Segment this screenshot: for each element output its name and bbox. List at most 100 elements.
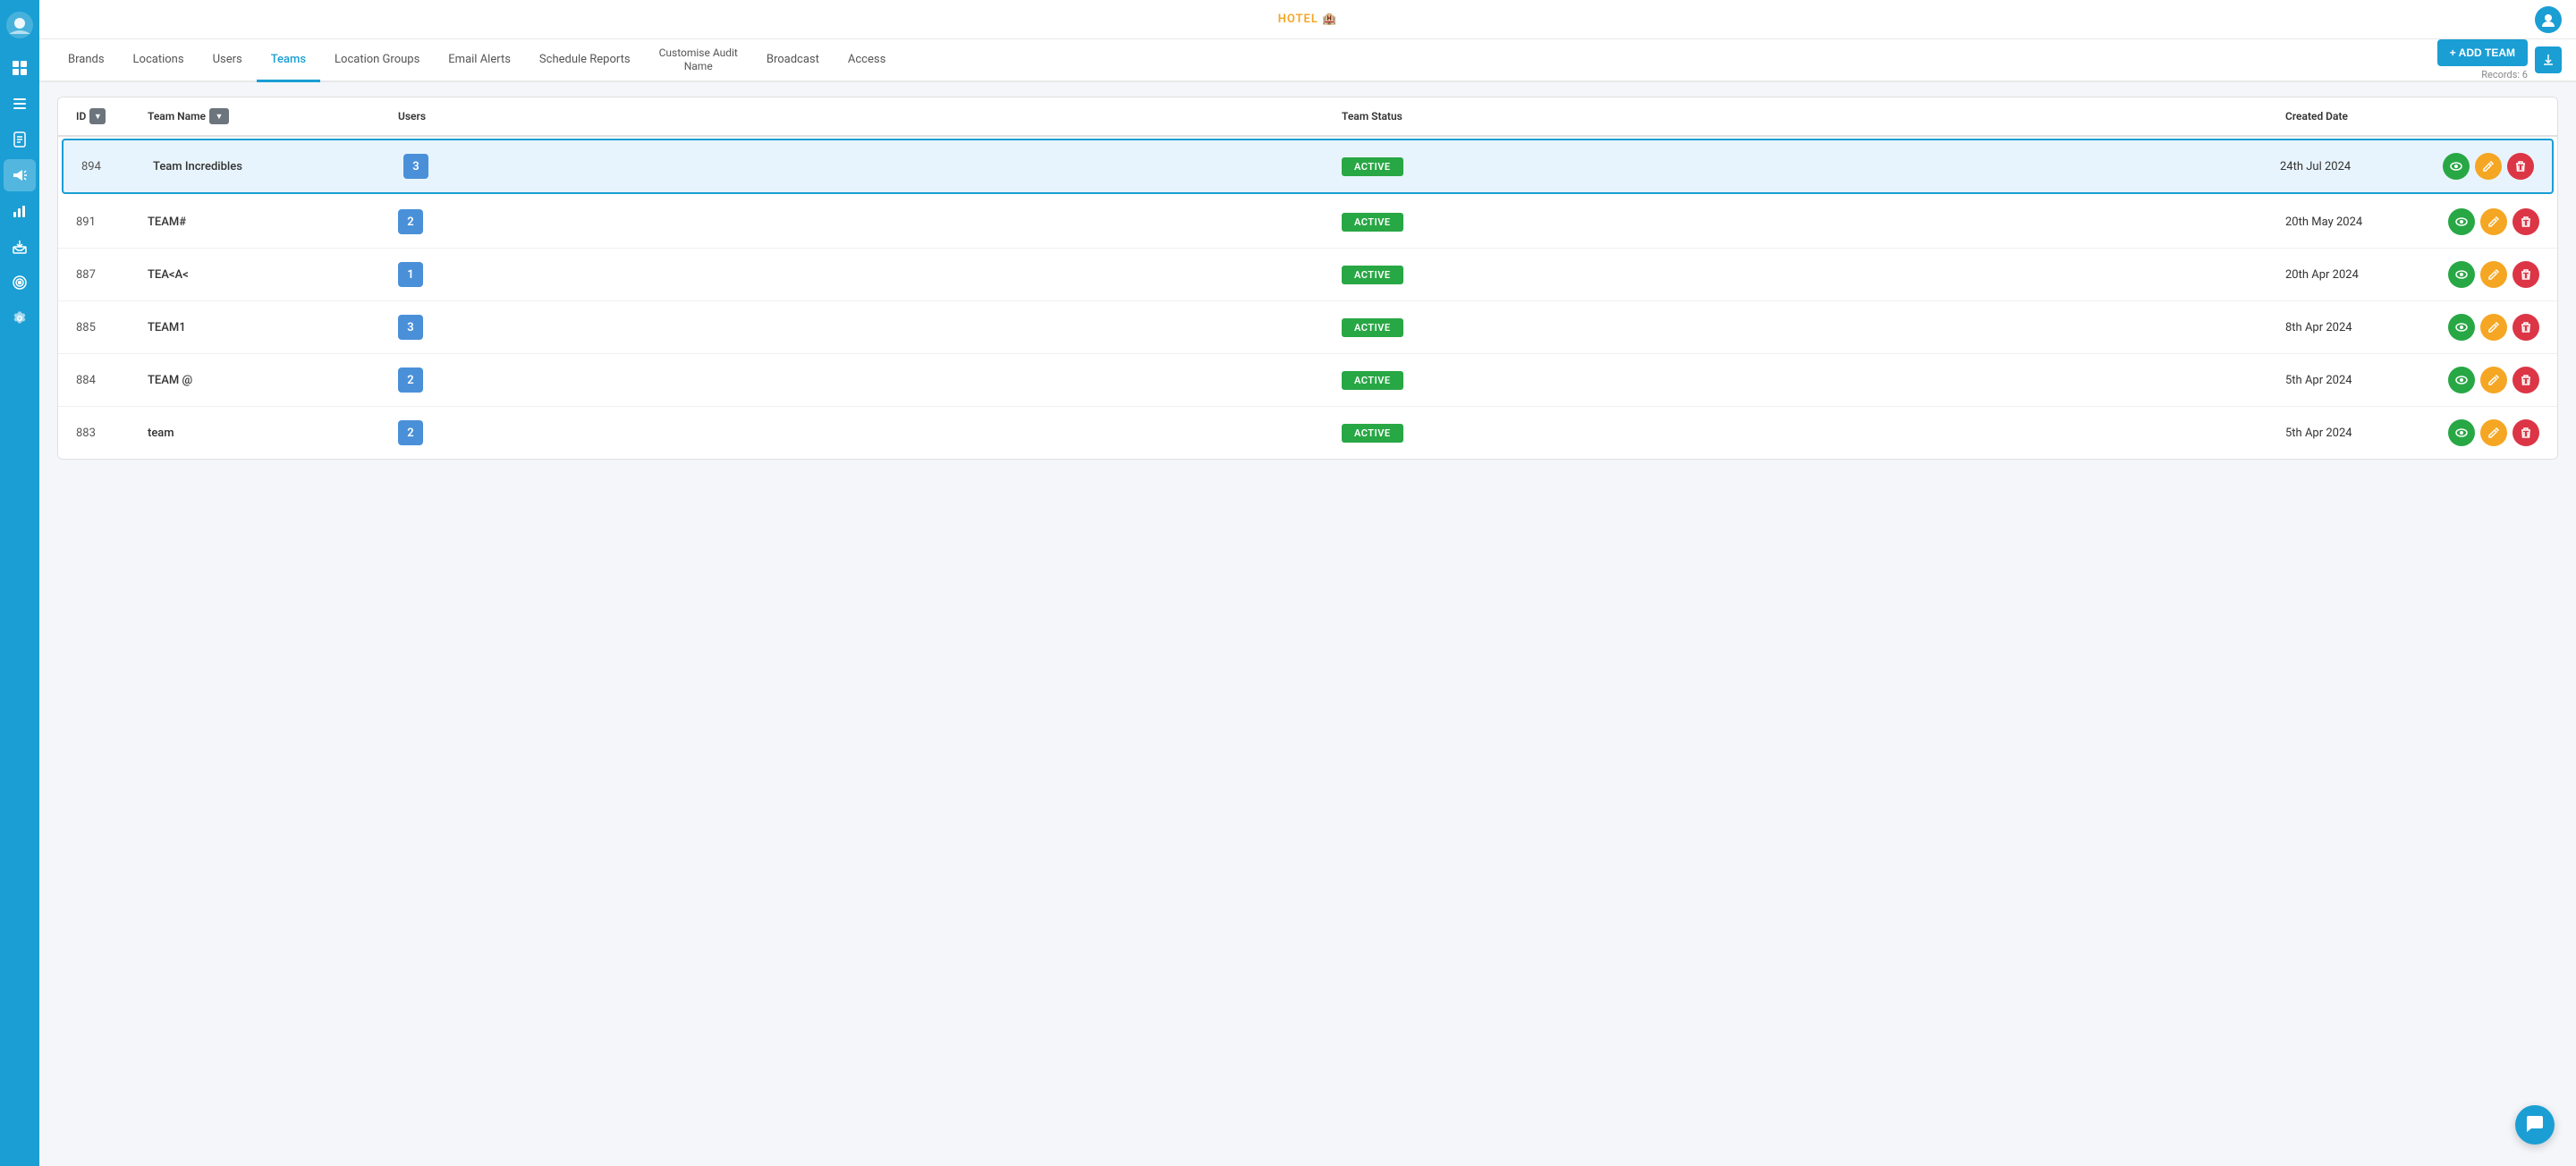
table-row: 887 TEA<A< 1 ACTIVE 20th Apr 2024: [58, 249, 2557, 301]
col-header-actions: [2439, 97, 2546, 135]
sidebar-item-megaphone[interactable]: [4, 159, 36, 191]
view-button[interactable]: [2443, 153, 2470, 180]
view-button[interactable]: [2448, 261, 2475, 288]
cell-created-date: 24th Jul 2024: [2273, 148, 2434, 186]
cell-team-name: TEAM#: [140, 203, 391, 241]
cell-users: 2: [391, 197, 1335, 247]
view-button[interactable]: [2448, 367, 2475, 393]
cell-actions: [2439, 407, 2546, 459]
teams-table: ID ▼ Team Name ▼ Users Team Status Creat…: [57, 97, 2558, 460]
download-button[interactable]: [2535, 46, 2562, 73]
cell-status: ACTIVE: [1335, 411, 2278, 455]
cell-id: 891: [69, 203, 140, 241]
content-area: ID ▼ Team Name ▼ Users Team Status Creat…: [39, 82, 2576, 1166]
user-count-badge: 3: [398, 315, 423, 340]
tab-users[interactable]: Users: [199, 39, 257, 82]
cell-users: 1: [391, 249, 1335, 300]
tab-access[interactable]: Access: [834, 39, 900, 82]
sidebar: [0, 0, 39, 1166]
cell-created-date: 20th Apr 2024: [2278, 256, 2439, 294]
col-header-team-name: Team Name ▼: [140, 97, 391, 135]
delete-button[interactable]: [2507, 153, 2534, 180]
tab-email-alerts[interactable]: Email Alerts: [434, 39, 525, 82]
delete-button[interactable]: [2512, 367, 2539, 393]
user-count-badge: 2: [398, 420, 423, 445]
cell-status: ACTIVE: [1335, 253, 2278, 297]
delete-button[interactable]: [2512, 208, 2539, 235]
table-header: ID ▼ Team Name ▼ Users Team Status Creat…: [58, 97, 2557, 137]
cell-created-date: 5th Apr 2024: [2278, 361, 2439, 400]
tab-schedule-reports[interactable]: Schedule Reports: [525, 39, 645, 82]
edit-button[interactable]: [2480, 208, 2507, 235]
cell-users: 2: [391, 355, 1335, 405]
delete-button[interactable]: [2512, 314, 2539, 341]
tab-broadcast[interactable]: Broadcast: [752, 39, 834, 82]
action-buttons: [2446, 367, 2539, 393]
action-buttons: [2446, 419, 2539, 446]
user-count-badge: 2: [398, 368, 423, 393]
chat-fab-button[interactable]: [2515, 1105, 2555, 1145]
cell-id: 894: [74, 148, 146, 186]
col-header-users: Users: [391, 97, 1335, 135]
edit-button[interactable]: [2480, 314, 2507, 341]
main-content: HOTEL 🏨 Brands Locations Users Teams Loc…: [39, 0, 2576, 1166]
view-button[interactable]: [2448, 419, 2475, 446]
status-badge: ACTIVE: [1342, 213, 1403, 232]
cell-id: 884: [69, 361, 140, 400]
cell-team-name: TEAM1: [140, 308, 391, 347]
user-avatar[interactable]: [2535, 6, 2562, 33]
status-badge: ACTIVE: [1342, 318, 1403, 337]
sidebar-item-inbox[interactable]: [4, 231, 36, 263]
tab-teams[interactable]: Teams: [257, 39, 320, 82]
nav-actions: + ADD TEAM Records: 6: [2437, 39, 2562, 80]
edit-button[interactable]: [2480, 261, 2507, 288]
user-count-badge: 3: [403, 154, 428, 179]
view-button[interactable]: [2448, 314, 2475, 341]
edit-button[interactable]: [2480, 367, 2507, 393]
cell-id: 883: [69, 414, 140, 452]
nav-bar: Brands Locations Users Teams Location Gr…: [39, 39, 2576, 82]
sidebar-item-chart[interactable]: [4, 195, 36, 227]
cell-team-name: TEA<A<: [140, 256, 391, 294]
table-row: 894 Team Incredibles 3 ACTIVE 24th Jul 2…: [62, 139, 2554, 194]
cell-actions: [2439, 301, 2546, 353]
delete-button[interactable]: [2512, 261, 2539, 288]
action-buttons: [2446, 261, 2539, 288]
tab-locations[interactable]: Locations: [119, 39, 199, 82]
action-buttons: [2446, 314, 2539, 341]
col-header-created-date: Created Date: [2278, 97, 2439, 135]
sidebar-logo-icon[interactable]: [5, 11, 34, 39]
col-header-team-status: Team Status: [1335, 97, 2278, 135]
records-label: Records: 6: [2481, 69, 2528, 80]
table-row: 891 TEAM# 2 ACTIVE 20th May 2024: [58, 196, 2557, 249]
sidebar-item-doc[interactable]: [4, 123, 36, 156]
view-button[interactable]: [2448, 208, 2475, 235]
edit-button[interactable]: [2475, 153, 2502, 180]
sidebar-item-target[interactable]: [4, 266, 36, 299]
cell-status: ACTIVE: [1335, 306, 2278, 350]
id-sort-button[interactable]: ▼: [89, 108, 106, 124]
sidebar-item-gear[interactable]: [4, 302, 36, 334]
tab-customise-audit-name[interactable]: Customise AuditName: [645, 39, 752, 82]
cell-actions: [2439, 354, 2546, 406]
cell-actions: [2439, 249, 2546, 300]
cell-id: 885: [69, 308, 140, 347]
tab-location-groups[interactable]: Location Groups: [320, 39, 434, 82]
cell-actions: [2434, 140, 2541, 192]
sidebar-item-list[interactable]: [4, 88, 36, 120]
team-name-filter-button[interactable]: ▼: [209, 108, 229, 124]
tab-brands[interactable]: Brands: [54, 39, 119, 82]
top-header: HOTEL 🏨: [39, 0, 2576, 39]
cell-created-date: 20th May 2024: [2278, 203, 2439, 241]
cell-users: 3: [396, 141, 1335, 191]
status-badge: ACTIVE: [1342, 157, 1403, 176]
user-count-badge: 2: [398, 209, 423, 234]
edit-button[interactable]: [2480, 419, 2507, 446]
delete-button[interactable]: [2512, 419, 2539, 446]
action-buttons: [2446, 208, 2539, 235]
table-row: 885 TEAM1 3 ACTIVE 8th Apr 2024: [58, 301, 2557, 354]
status-badge: ACTIVE: [1342, 371, 1403, 390]
add-team-button[interactable]: + ADD TEAM: [2437, 39, 2528, 66]
cell-users: 3: [391, 302, 1335, 352]
sidebar-item-grid[interactable]: [4, 52, 36, 84]
